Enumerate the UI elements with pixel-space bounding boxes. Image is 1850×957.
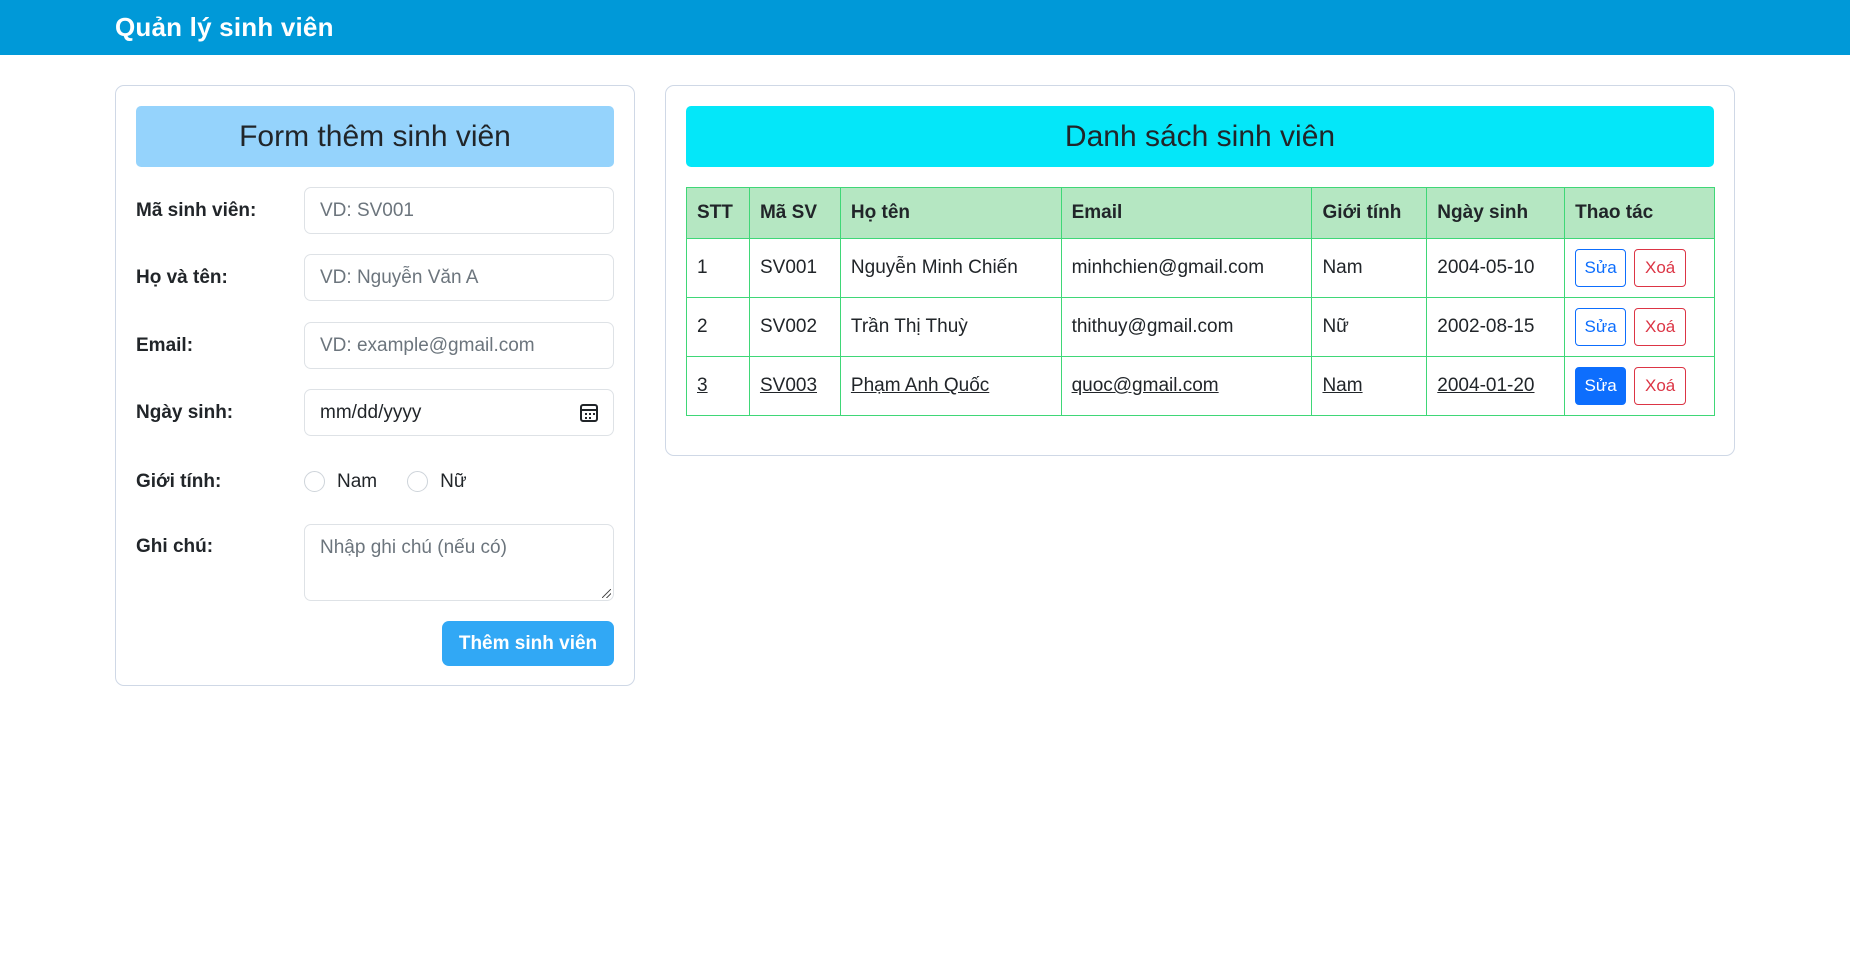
gender-label: Giới tính: bbox=[136, 470, 222, 492]
note-label: Ghi chú: bbox=[136, 536, 214, 557]
cell-stt: 1 bbox=[686, 238, 750, 298]
email-input[interactable]: VD: example@gmail.com bbox=[304, 322, 614, 369]
cell-actions: Sửa Xoá bbox=[1564, 297, 1715, 357]
email-label: Email: bbox=[136, 334, 194, 356]
column-header: Email bbox=[1060, 187, 1313, 239]
gender-row: Giới tính: Nam Nữ bbox=[136, 458, 614, 505]
gender-radio-nu[interactable] bbox=[407, 471, 429, 492]
cell-id: SV002 bbox=[748, 297, 841, 357]
birthdate-input[interactable]: mm/dd/yyyy bbox=[304, 389, 614, 436]
edit-button[interactable]: Sửa bbox=[1575, 308, 1627, 346]
form-title: Form thêm sinh viên bbox=[136, 106, 614, 167]
cell-id: SV001 bbox=[748, 238, 841, 298]
cell-birthdate: 2004-05-10 bbox=[1426, 238, 1566, 298]
table-row: 2 SV002 Trần Thị Thuỳ thithuy@gmail.com … bbox=[686, 297, 1715, 357]
note-textarea[interactable]: Nhập ghi chú (nếu có) bbox=[304, 524, 614, 601]
gender-option-nam[interactable]: Nam bbox=[304, 471, 377, 493]
table-header-row: STT Mã SV Họ tên Email Giới tính Ngày si… bbox=[686, 187, 1715, 239]
student-id-row: Mã sinh viên: VD: SV001 bbox=[136, 187, 614, 234]
student-id-input[interactable]: VD: SV001 bbox=[304, 187, 614, 234]
column-header: Thao tác bbox=[1564, 187, 1715, 239]
cell-gender: Nữ bbox=[1311, 297, 1428, 357]
navbar: Quản lý sinh viên bbox=[0, 0, 1850, 55]
gender-option-label: Nữ bbox=[440, 470, 467, 492]
birthdate-placeholder: mm/dd/yyyy bbox=[320, 401, 422, 423]
add-student-button[interactable]: Thêm sinh viên bbox=[442, 621, 614, 666]
edit-button[interactable]: Sửa bbox=[1575, 249, 1627, 287]
table-row: 1 SV001 Nguyễn Minh Chiến minhchien@gmai… bbox=[686, 238, 1715, 298]
table-row: 3 SV003 Phạm Anh Quốc quoc@gmail.com Nam… bbox=[686, 356, 1715, 416]
cell-email: minhchien@gmail.com bbox=[1060, 238, 1313, 298]
cell-birthdate: 2002-08-15 bbox=[1426, 297, 1566, 357]
column-header: Mã SV bbox=[748, 187, 841, 239]
edit-button[interactable]: Sửa bbox=[1575, 367, 1627, 405]
full-name-label: Họ và tên: bbox=[136, 266, 228, 288]
list-title: Danh sách sinh viên bbox=[686, 106, 1714, 167]
cell-stt: 3 bbox=[686, 356, 750, 416]
column-header: Họ tên bbox=[839, 187, 1062, 239]
birthdate-label: Ngày sinh: bbox=[136, 401, 234, 423]
column-header: STT bbox=[686, 187, 750, 239]
cell-name: Trần Thị Thuỳ bbox=[839, 297, 1062, 357]
gender-option-label: Nam bbox=[337, 470, 378, 492]
cell-gender: Nam bbox=[1311, 238, 1428, 298]
note-placeholder: Nhập ghi chú (nếu có) bbox=[320, 537, 507, 558]
cell-birthdate: 2004-01-20 bbox=[1426, 356, 1566, 416]
column-header: Giới tính bbox=[1311, 187, 1428, 239]
cell-email: quoc@gmail.com bbox=[1060, 356, 1313, 416]
app-title[interactable]: Quản lý sinh viên bbox=[115, 12, 334, 43]
delete-button[interactable]: Xoá bbox=[1634, 308, 1687, 346]
email-row: Email: VD: example@gmail.com bbox=[136, 322, 614, 369]
cell-gender: Nam bbox=[1311, 356, 1428, 416]
student-table: STT Mã SV Họ tên Email Giới tính Ngày si… bbox=[686, 187, 1715, 416]
cell-actions: Sửa Xoá bbox=[1564, 356, 1715, 416]
note-row: Ghi chú: Nhập ghi chú (nếu có) bbox=[136, 524, 614, 601]
full-name-row: Họ và tên: VD: Nguyễn Văn A bbox=[136, 254, 614, 301]
cell-name: Nguyễn Minh Chiến bbox=[839, 238, 1062, 298]
column-header: Ngày sinh bbox=[1426, 187, 1566, 239]
student-list-card: Danh sách sinh viên STT Mã SV Họ tên Ema… bbox=[665, 85, 1735, 456]
student-id-label: Mã sinh viên: bbox=[136, 199, 257, 221]
birthdate-row: Ngày sinh: mm/dd/yyyy bbox=[136, 389, 614, 436]
full-name-input[interactable]: VD: Nguyễn Văn A bbox=[304, 254, 614, 301]
delete-button[interactable]: Xoá bbox=[1634, 367, 1687, 405]
gender-radio-nam[interactable] bbox=[304, 471, 325, 492]
cell-actions: Sửa Xoá bbox=[1564, 238, 1715, 298]
resize-handle-icon[interactable] bbox=[602, 589, 611, 598]
cell-id: SV003 bbox=[748, 356, 841, 416]
calendar-icon[interactable] bbox=[580, 403, 598, 422]
gender-radio-group: Nam Nữ bbox=[304, 471, 497, 493]
cell-email: thithuy@gmail.com bbox=[1060, 297, 1313, 357]
cell-name: Phạm Anh Quốc bbox=[839, 356, 1062, 416]
add-student-form-card: Form thêm sinh viên Mã sinh viên: VD: SV… bbox=[115, 85, 635, 686]
gender-option-nu[interactable]: Nữ bbox=[407, 470, 467, 493]
delete-button[interactable]: Xoá bbox=[1634, 249, 1687, 287]
cell-stt: 2 bbox=[686, 297, 750, 357]
